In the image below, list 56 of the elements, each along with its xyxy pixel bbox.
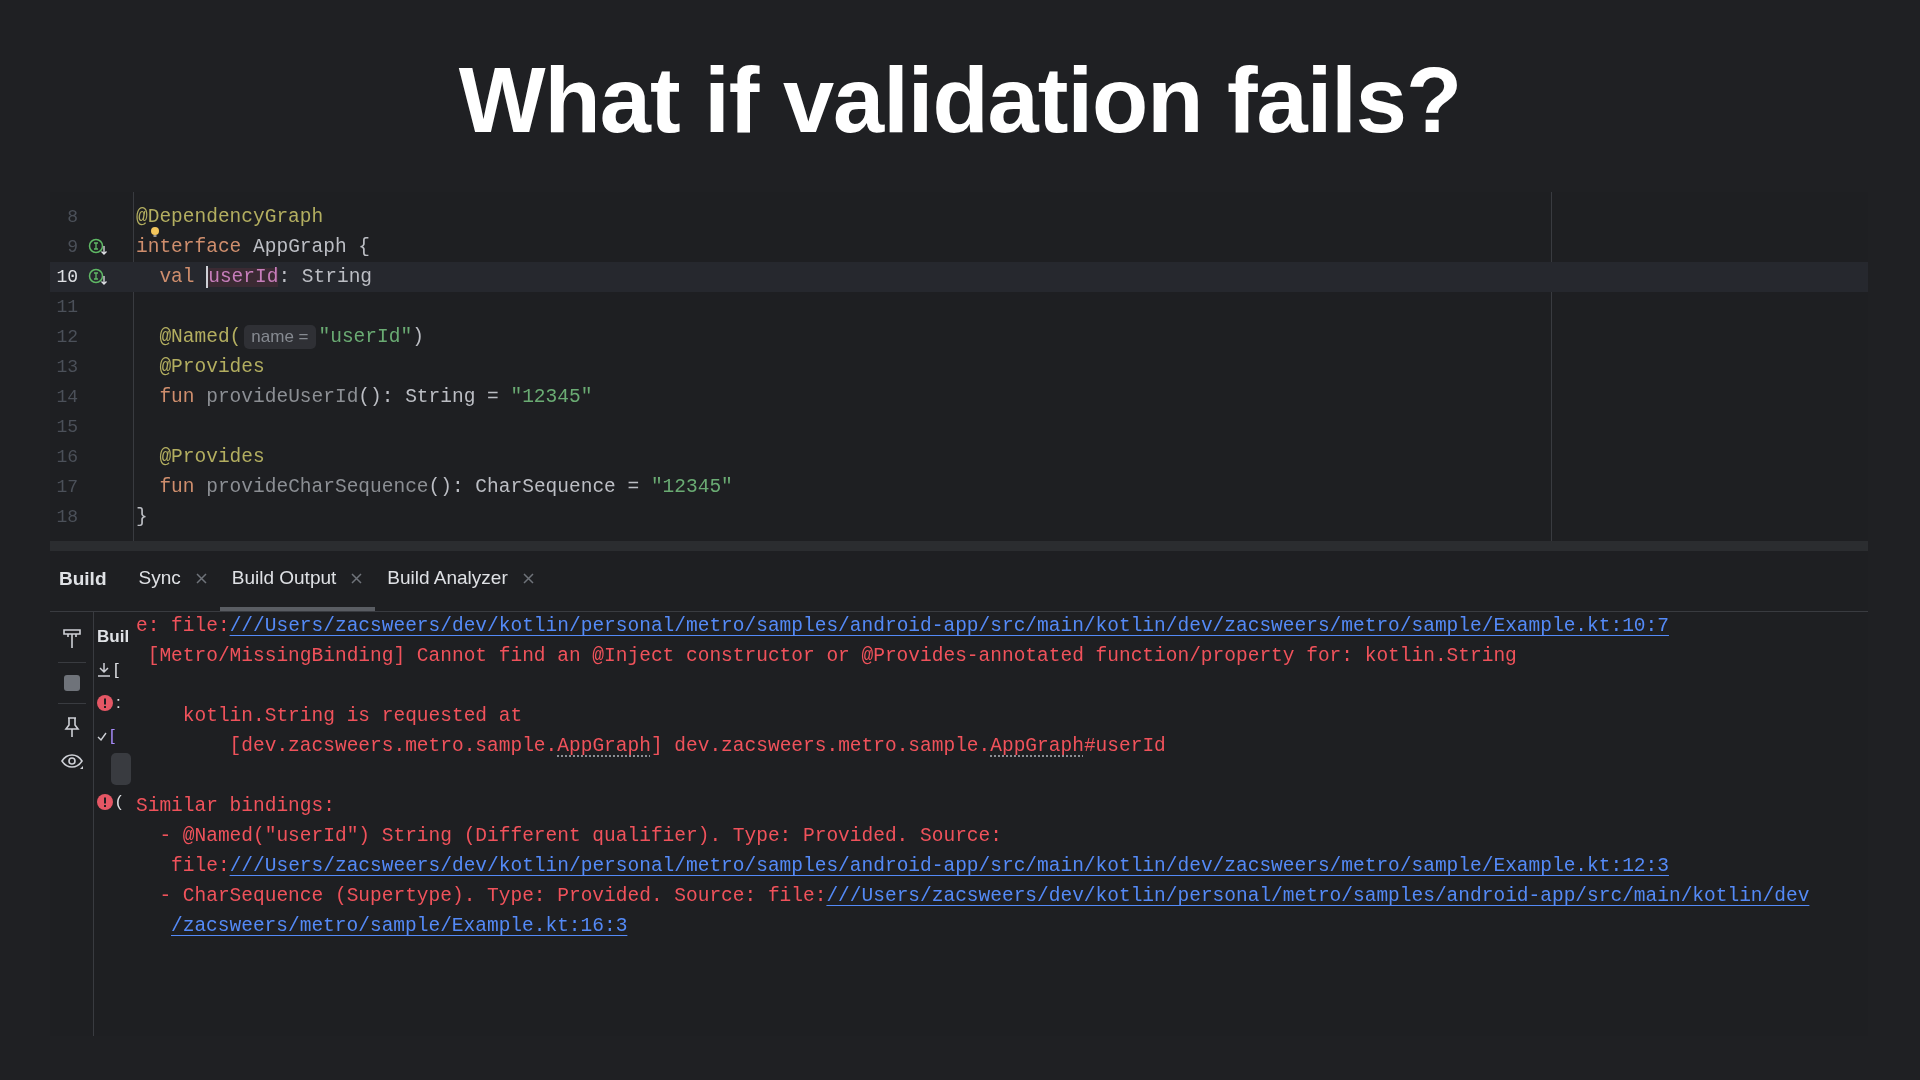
- code-token: @Provides: [158, 357, 265, 377]
- code-token: }: [136, 507, 148, 527]
- implementation-gutter-icon[interactable]: [88, 238, 108, 256]
- download-icon: [97, 662, 111, 677]
- error-message: kotlin.String is requested at: [181, 704, 523, 730]
- tree-item[interactable]: :: [116, 689, 121, 716]
- lightbulb-icon[interactable]: [150, 227, 160, 237]
- code-token: "userId": [318, 327, 413, 347]
- error-message: file:: [170, 854, 230, 880]
- close-icon[interactable]: [194, 572, 208, 585]
- code-token: userId: [208, 267, 279, 287]
- error-message: - CharSequence (Supertype). Type: Provided. Source: file:: [158, 884, 827, 910]
- code-token: @DependencyGraph: [136, 207, 324, 227]
- check-icon: [97, 730, 107, 741]
- code-token: (): CharSequence =: [428, 477, 641, 497]
- code-token: provideUserId: [206, 387, 359, 407]
- error-message: [Metro/MissingBinding] Cannot find an @Inject constructor or @Provides-annotated function/property for: kotlin.String: [146, 644, 1517, 670]
- code-token: : String: [278, 267, 373, 287]
- keyword: val: [158, 267, 196, 287]
- error-icon: [97, 793, 113, 810]
- implementation-gutter-icon[interactable]: [88, 268, 108, 286]
- file-link[interactable]: ///Users/zacsweers/dev/kotlin/personal/metro/samples/android-app/src/main/kotlin/dev/zacsweers/metro/sample/Example.kt:10:7: [229, 612, 1669, 642]
- code-token: ): [412, 327, 424, 347]
- error-message: [dev.zacsweers.metro.sample.AppGraph] dev.zacsweers.metro.sample.AppGraph#userId: [228, 734, 1166, 760]
- code-token: "12345": [510, 387, 593, 407]
- slide-title: What if validation fails?: [458, 54, 1462, 146]
- parameter-hint: name =: [244, 325, 316, 349]
- keyword: fun: [158, 387, 196, 407]
- tree-item[interactable]: (: [116, 788, 122, 815]
- code-token: provideCharSequence: [206, 477, 429, 497]
- error-message: Similar bindings:: [136, 794, 335, 820]
- close-icon[interactable]: [521, 572, 535, 585]
- tree-item[interactable]: [: [110, 722, 115, 749]
- stop-icon[interactable]: [63, 675, 80, 691]
- error-message: - @Named("userId") String (Different qualifier). Type: Provided. Source:: [158, 824, 1002, 850]
- tree-item[interactable]: Buil: [97, 623, 130, 650]
- error-message: e: file:: [136, 614, 230, 640]
- hammer-icon[interactable]: [60, 626, 83, 650]
- code-token: "12345": [650, 477, 733, 497]
- file-link[interactable]: ///Users/zacsweers/dev/kotlin/personal/metro/samples/android-app/src/main/kotlin/dev/zacsweers/metro/sample/Example.kt:12:3: [229, 852, 1669, 882]
- line-number: 10: [55, 265, 78, 289]
- file-link[interactable]: /zacsweers/metro/sample/Example.kt:16:3: [171, 912, 628, 942]
- error-icon: [97, 694, 113, 711]
- file-link[interactable]: ///Users/zacsweers/dev/kotlin/personal/metro/samples/android-app/src/main/kotlin/dev: [826, 882, 1810, 912]
- tree-item[interactable]: [: [114, 656, 119, 683]
- code-token: (): String =: [358, 387, 500, 407]
- panel-title: Build: [58, 566, 108, 591]
- keyword: interface: [136, 237, 242, 257]
- code-token: @Provides: [158, 447, 265, 467]
- code-token: AppGraph {: [252, 237, 371, 257]
- close-icon[interactable]: [350, 572, 364, 585]
- tab[interactable]: Sync: [126, 550, 220, 611]
- keyword: fun: [158, 477, 196, 497]
- tab[interactable]: Build Analyzer: [375, 550, 547, 611]
- code-token: @Named(: [158, 327, 242, 347]
- tab[interactable]: Build Output: [219, 550, 376, 611]
